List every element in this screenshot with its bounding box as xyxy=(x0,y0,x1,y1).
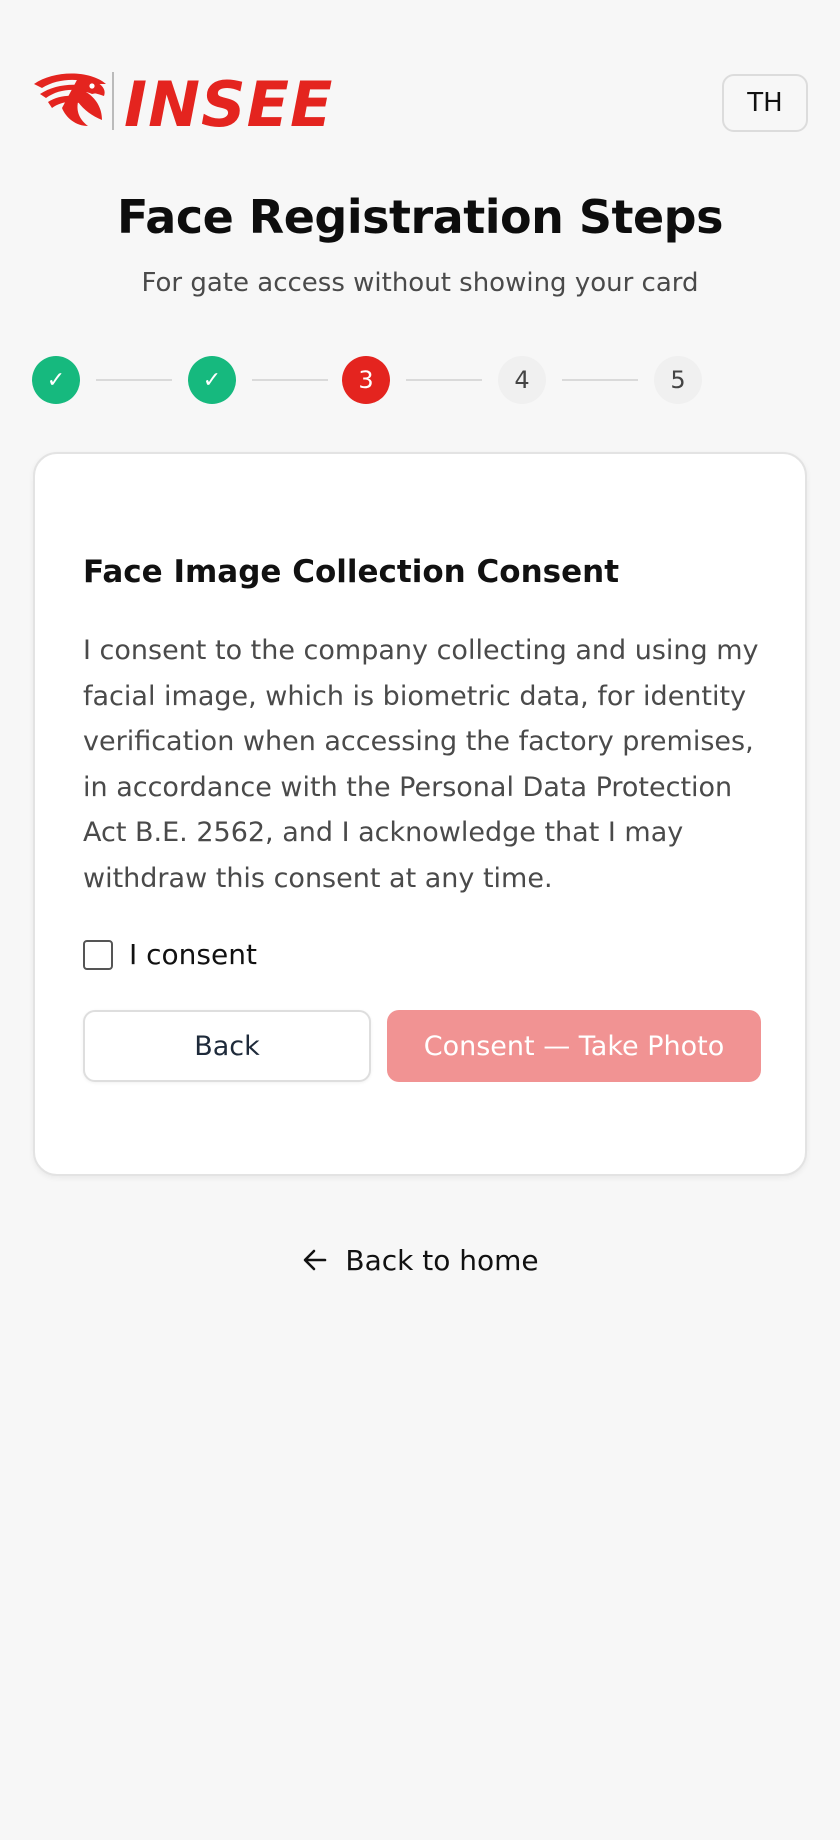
check-icon: ✓ xyxy=(46,367,66,393)
header: INSEE TH xyxy=(32,68,808,141)
consent-card: Face Image Collection Consent I consent … xyxy=(33,452,807,1176)
svg-text:INSEE: INSEE xyxy=(124,72,333,136)
step-connector xyxy=(252,379,328,381)
back-button[interactable]: Back xyxy=(83,1010,371,1082)
step-number: 3 xyxy=(358,366,374,394)
consent-take-photo-button[interactable]: Consent — Take Photo xyxy=(387,1010,761,1082)
step-connector xyxy=(562,379,638,381)
step-4-pending: 4 xyxy=(498,356,546,404)
step-number: 5 xyxy=(670,366,686,394)
page-subtitle: For gate access without showing your car… xyxy=(141,268,699,298)
check-icon: ✓ xyxy=(202,367,222,393)
consent-checkbox-label[interactable]: I consent xyxy=(129,938,257,971)
arrow-left-icon xyxy=(304,1249,327,1271)
consent-checkbox[interactable] xyxy=(83,939,113,970)
insee-logo: INSEE xyxy=(32,68,352,141)
step-connector xyxy=(406,379,482,381)
page-title: Face Registration Steps xyxy=(117,190,723,244)
back-to-home-label[interactable]: Back to home xyxy=(345,1244,538,1277)
consent-text: I consent to the company collecting and … xyxy=(83,635,759,894)
language-toggle-button[interactable]: TH xyxy=(722,74,808,132)
back-to-home-link[interactable]: Back to home xyxy=(0,1238,840,1282)
step-2-done: ✓ xyxy=(188,356,236,404)
consent-checkbox-row[interactable]: I consent xyxy=(83,938,257,971)
card-title: Face Image Collection Consent xyxy=(83,554,620,590)
progress-stepper: ✓ ✓ 3 4 5 xyxy=(32,356,808,404)
step-3-active: 3 xyxy=(342,356,390,404)
eagle-logo-icon: INSEE xyxy=(34,68,333,141)
step-connector xyxy=(96,379,172,381)
step-number: 4 xyxy=(514,366,530,394)
step-5-pending: 5 xyxy=(654,356,702,404)
step-1-done: ✓ xyxy=(32,356,80,404)
